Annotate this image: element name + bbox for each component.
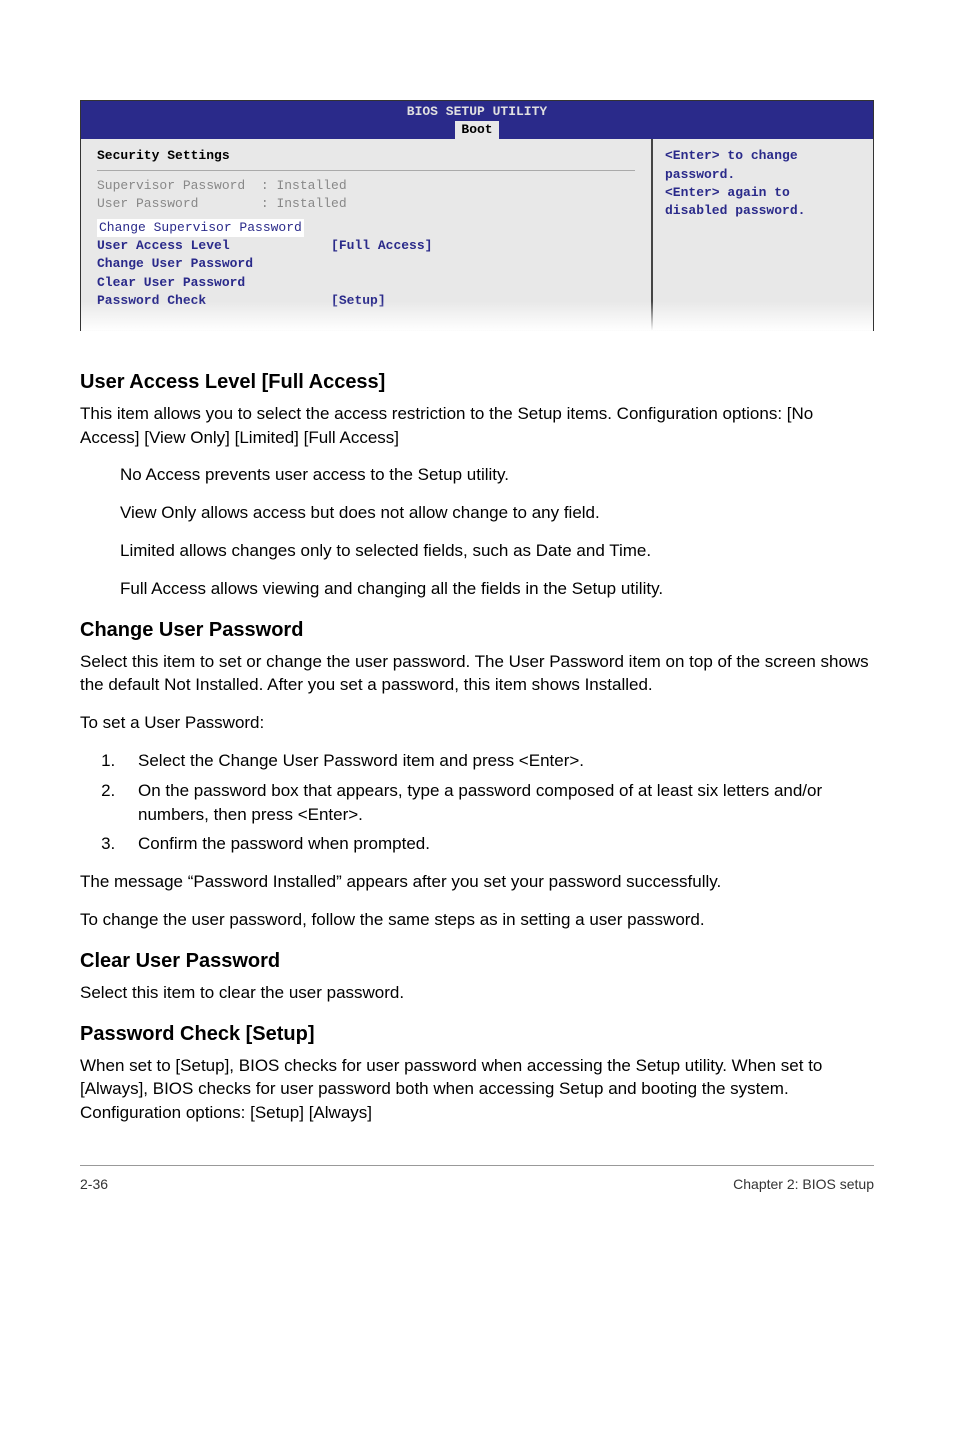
ordered-list-set-password: Select the Change User Password item and… [100,749,874,856]
paragraph-pc-1: When set to [Setup], BIOS checks for use… [80,1054,874,1125]
bios-pwcheck-value: [Setup] [331,293,386,308]
option-view-only: View Only allows access but does not all… [120,501,874,525]
bios-userpw-value: : Installed [261,196,347,211]
heading-user-access-level: User Access Level [Full Access] [80,371,874,394]
bios-header: BIOS SETUP UTILITY Boot [81,101,873,139]
list-item: Confirm the password when prompted. [120,832,874,856]
bios-change-user: Change User Password [97,256,253,271]
bios-tab-boot: Boot [455,121,498,139]
bios-pwcheck-label: Password Check [97,293,206,308]
bios-help-line4: disabled password. [665,202,861,220]
option-no-access: No Access prevents user access to the Se… [120,463,874,487]
bios-ual-value: [Full Access] [331,238,432,253]
paragraph-cup-3: The message “Password Installed” appears… [80,870,874,894]
list-item: Select the Change User Password item and… [120,749,874,773]
bios-help-line2: password. [665,166,861,184]
paragraph-ual-intro: This item allows you to select the acces… [80,402,874,450]
bios-change-supervisor: Change Supervisor Password [97,219,304,237]
bios-help-line1: <Enter> to change [665,147,861,165]
paragraph-clup-1: Select this item to clear the user passw… [80,981,874,1005]
bios-title: BIOS SETUP UTILITY [407,104,547,119]
heading-password-check: Password Check [Setup] [80,1023,874,1046]
bios-supervisor-label: Supervisor Password [97,178,245,193]
list-item: On the password box that appears, type a… [120,779,874,827]
paragraph-cup-1: Select this item to set or change the us… [80,650,874,698]
option-limited: Limited allows changes only to selected … [120,539,874,563]
bios-help-pane: <Enter> to change password. <Enter> agai… [653,139,873,330]
bios-userpw-label: User Password [97,196,198,211]
heading-clear-user-password: Clear User Password [80,950,874,973]
bios-section-title: Security Settings [97,147,635,170]
bios-clear-user: Clear User Password [97,275,245,290]
bios-ual-label: User Access Level [97,238,230,253]
bios-left-pane: Security Settings Supervisor Password : … [81,139,653,330]
option-full-access: Full Access allows viewing and changing … [120,577,874,601]
bios-help-line3: <Enter> again to [665,184,861,202]
paragraph-cup-4: To change the user password, follow the … [80,908,874,932]
footer-page-number: 2-36 [80,1176,108,1192]
paragraph-cup-2: To set a User Password: [80,711,874,735]
footer-chapter: Chapter 2: BIOS setup [733,1176,874,1192]
page-footer: 2-36 Chapter 2: BIOS setup [80,1165,874,1192]
heading-change-user-password: Change User Password [80,619,874,642]
bios-supervisor-value: : Installed [261,178,347,193]
bios-screenshot: BIOS SETUP UTILITY Boot Security Setting… [80,100,874,331]
